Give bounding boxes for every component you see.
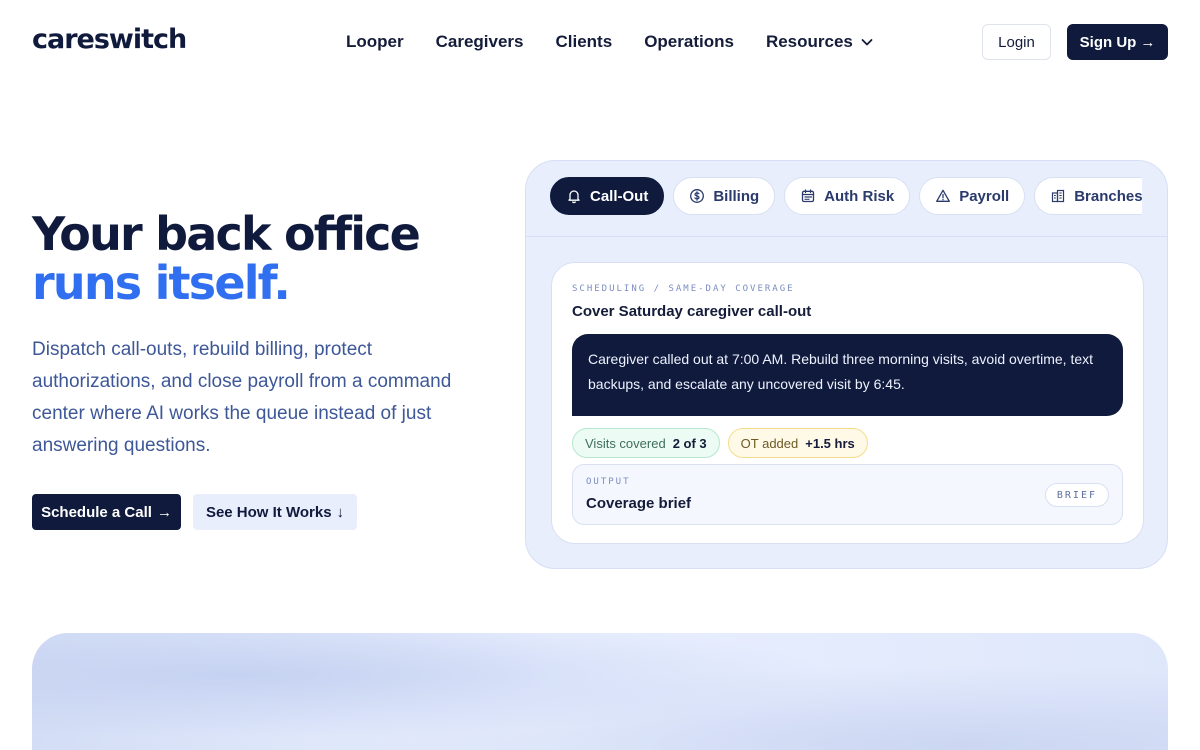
tab-billing[interactable]: Billing [673, 177, 776, 215]
login-button[interactable]: Login [982, 24, 1051, 60]
chevron-down-icon [861, 39, 873, 46]
dollar-circle-icon [690, 189, 705, 203]
command-center-panel: Call-Out Billing Auth Risk Payroll Branc… [525, 160, 1168, 569]
tab-auth-risk[interactable]: Auth Risk [784, 177, 911, 215]
calendar-icon [802, 189, 815, 203]
see-how-it-works-button[interactable]: See How It Works ↓ [193, 494, 357, 530]
hero-title-line-1: Your back office [32, 207, 421, 261]
careswitch-logo[interactable]: careswitch [32, 24, 187, 55]
visits-covered-value: 2 of 3 [672, 435, 707, 451]
panel-divider [526, 236, 1167, 237]
tab-payroll[interactable]: Payroll [919, 177, 1026, 215]
brief-badge: BRIEF [1044, 483, 1109, 507]
hero-title: Your back office runs itself. [32, 207, 421, 310]
ot-added-value: +1.5 hrs [805, 435, 855, 451]
arrow-down-icon: ↓ [336, 503, 345, 521]
visits-covered-chip: Visits covered 2 of 3 [572, 428, 720, 458]
task-card: SCHEDULING / SAME-DAY COVERAGE Cover Sat… [551, 262, 1144, 544]
tab-branches[interactable]: Branches [1034, 177, 1142, 215]
task-message-bubble: Caregiver called out at 7:00 AM. Rebuild… [572, 334, 1123, 416]
schedule-call-label: Schedule a Call [41, 503, 152, 521]
tab-call-out-label: Call-Out [590, 187, 649, 205]
output-title: Coverage brief [586, 495, 692, 512]
warning-triangle-icon [936, 189, 951, 202]
hero-description: Dispatch call-outs, rebuild billing, pro… [32, 339, 452, 456]
signup-button-label: Sign Up [1079, 33, 1137, 51]
tab-call-out[interactable]: Call-Out [550, 177, 665, 215]
nav-link-operations[interactable]: Operations [644, 32, 734, 52]
output-box[interactable]: OUTPUT Coverage brief BRIEF [572, 464, 1123, 525]
visits-covered-label: Visits covered [585, 435, 666, 451]
bell-icon [568, 190, 580, 204]
nav-link-resources-label: Resources [765, 32, 853, 51]
arrow-right-icon: → [156, 503, 172, 521]
see-how-it-works-label: See How It Works [205, 503, 332, 521]
schedule-call-button[interactable]: Schedule a Call → [32, 494, 181, 530]
workflow-tabs: Call-Out Billing Auth Risk Payroll Branc… [550, 177, 1142, 217]
tab-payroll-label: Payroll [959, 187, 1010, 205]
task-category: SCHEDULING / SAME-DAY COVERAGE [572, 284, 795, 294]
nav-link-caregivers[interactable]: Caregivers [436, 32, 524, 52]
output-label: OUTPUT [586, 477, 631, 487]
product-showcase-section [32, 633, 1168, 750]
tab-branches-label: Branches [1074, 187, 1142, 205]
ot-added-chip: OT added +1.5 hrs [727, 428, 868, 458]
nav-dropdown-resources[interactable]: Resources [766, 32, 875, 52]
signup-button[interactable]: Sign Up → [1067, 24, 1168, 60]
top-nav: careswitch Looper Caregivers Clients Ope… [0, 0, 1200, 84]
tab-auth-risk-label: Auth Risk [824, 187, 895, 205]
arrow-right-icon: → [1140, 33, 1156, 51]
task-metrics: Visits covered 2 of 3 OT added +1.5 hrs [572, 428, 868, 458]
tab-billing-label: Billing [713, 187, 760, 205]
primary-nav: Looper Caregivers Clients Operations Res… [346, 32, 875, 52]
nav-link-clients[interactable]: Clients [556, 32, 613, 52]
ot-added-label: OT added [740, 435, 799, 451]
hero-title-line-2: runs itself. [32, 256, 291, 310]
building-icon [1052, 189, 1065, 203]
task-title: Cover Saturday caregiver call-out [572, 303, 812, 320]
nav-link-looper[interactable]: Looper [346, 32, 404, 52]
